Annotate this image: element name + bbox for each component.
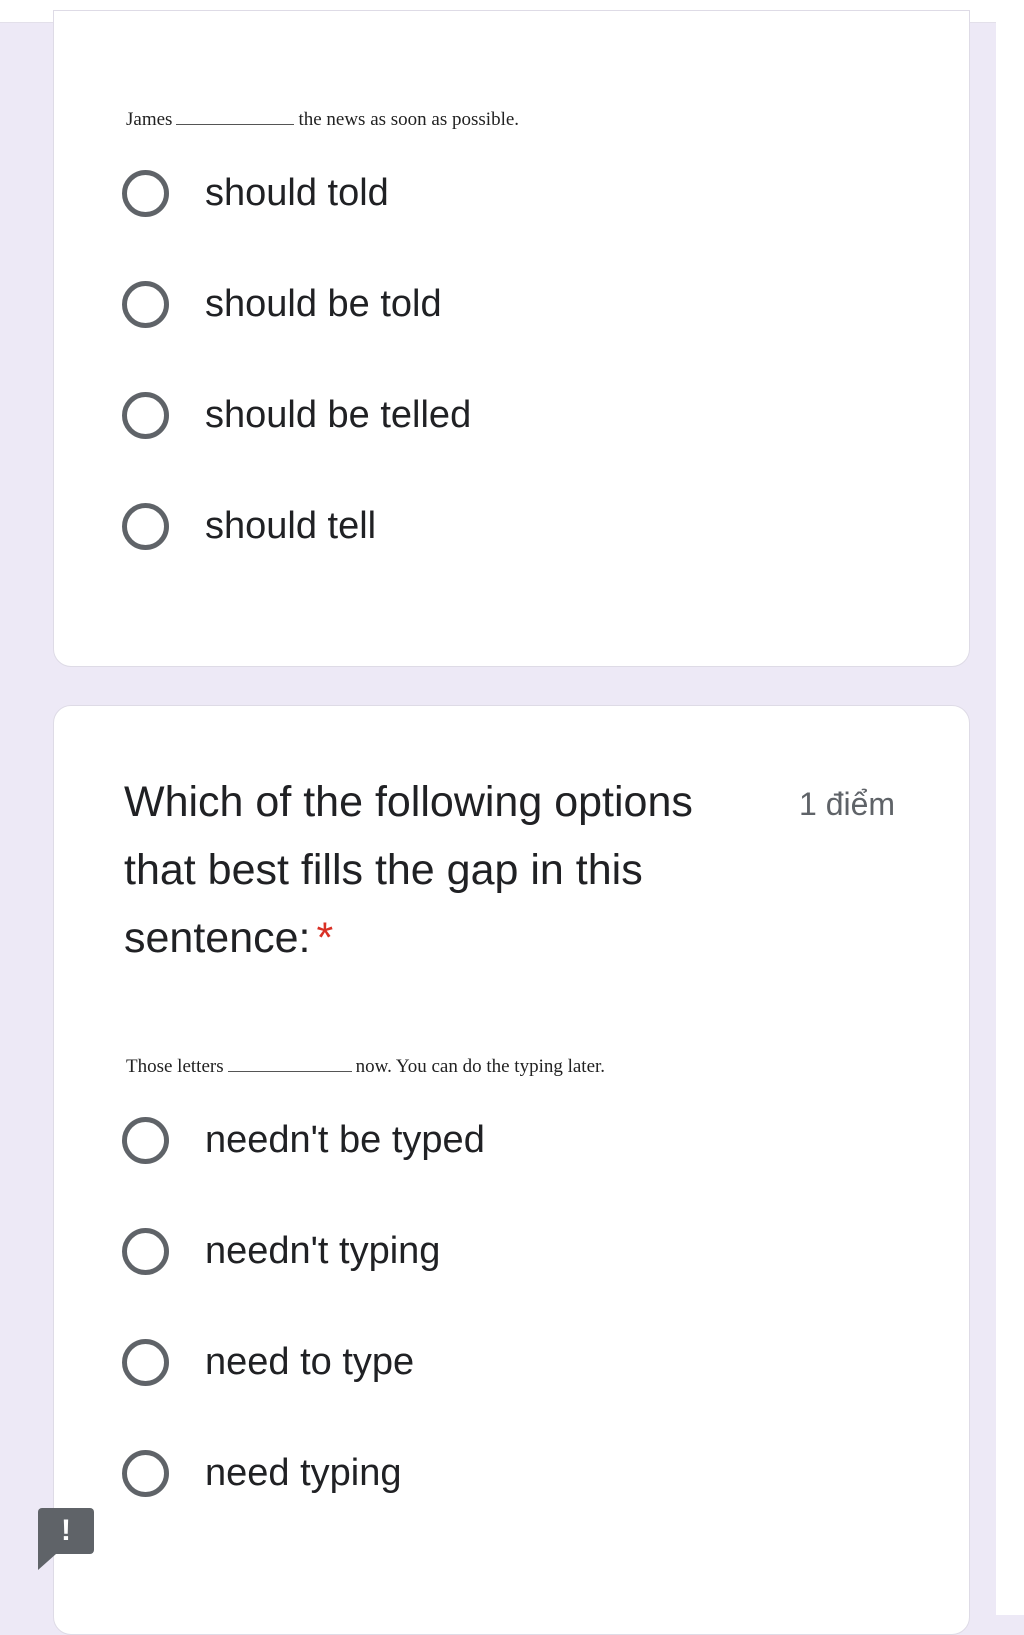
question-title: Which of the following options that best… (124, 768, 764, 972)
option-should-tell[interactable]: should tell (122, 494, 822, 558)
option-label: should be told (205, 282, 442, 325)
question-card-1: James the news as soon as possible. shoul… (53, 10, 970, 667)
option-label: needn't typing (205, 1229, 441, 1272)
option-neednt-typing[interactable]: needn't typing (122, 1219, 822, 1283)
sentence-before: James (126, 109, 173, 130)
option-label: should tell (205, 504, 377, 547)
option-should-be-told[interactable]: should be told (122, 272, 822, 336)
radio-button[interactable] (122, 502, 169, 550)
radio-button[interactable] (122, 1227, 169, 1275)
sentence-before: Those letters (126, 1056, 224, 1077)
report-feedback-button[interactable]: ! (38, 1508, 94, 1570)
sentence-blank (176, 106, 295, 125)
sentence-after: now. You can do the typing later. (355, 1056, 606, 1077)
question-sentence-image: James the news as soon as possible. (126, 106, 519, 131)
option-need-to-type[interactable]: need to type (122, 1330, 822, 1394)
option-label: needn't be typed (205, 1118, 485, 1161)
question-card-2: Which of the following options that best… (53, 705, 970, 1635)
option-need-typing[interactable]: need typing (122, 1441, 822, 1505)
option-should-told[interactable]: should told (122, 161, 822, 225)
option-label: should be telled (205, 393, 472, 436)
option-should-be-telled[interactable]: should be telled (122, 383, 822, 447)
scroll-edge (996, 22, 1024, 1615)
option-neednt-be-typed[interactable]: needn't be typed (122, 1108, 822, 1172)
radio-button[interactable] (122, 391, 169, 439)
radio-button[interactable] (122, 1449, 169, 1497)
question-title-text: Which of the following options that best… (124, 778, 693, 962)
option-label: need to type (205, 1340, 415, 1383)
option-label: need typing (205, 1451, 402, 1494)
sentence-after: the news as soon as possible. (298, 109, 520, 130)
option-label: should told (205, 171, 389, 214)
points-label: 1 điểm (799, 786, 896, 822)
exclamation-icon: ! (61, 1514, 71, 1547)
radio-button[interactable] (122, 1338, 169, 1386)
radio-button[interactable] (122, 280, 169, 328)
sentence-blank (227, 1053, 352, 1072)
radio-button[interactable] (122, 1116, 169, 1164)
question-sentence-image: Those letters now. You can do the typing … (126, 1053, 605, 1078)
radio-button[interactable] (122, 169, 169, 217)
required-marker: * (316, 914, 334, 962)
